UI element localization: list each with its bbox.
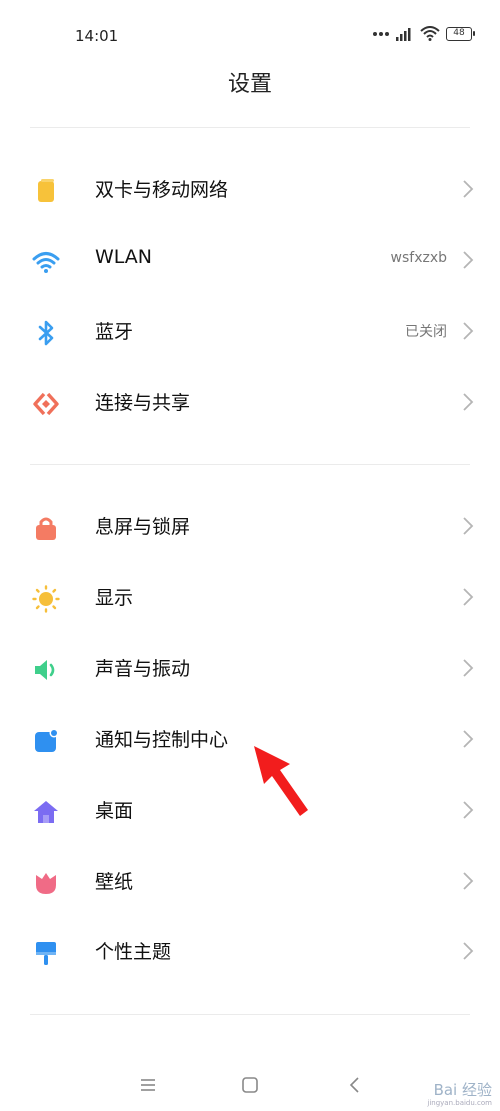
chevron-right-icon	[463, 801, 474, 819]
battery-icon: 48	[446, 26, 475, 41]
status-icons: 48	[372, 26, 475, 41]
row-label: 双卡与移动网络	[95, 179, 229, 201]
bluetooth-status: 已关闭	[405, 324, 447, 340]
row-label: 息屏与锁屏	[95, 516, 191, 538]
status-time: 14:01	[75, 27, 119, 45]
home-button-icon[interactable]	[239, 1074, 261, 1096]
row-display[interactable]: 显示	[0, 563, 500, 633]
lock-icon	[36, 517, 56, 540]
status-bar: 14:01 48	[0, 0, 500, 60]
divider	[30, 127, 470, 128]
row-connection-sharing[interactable]: 连接与共享	[0, 368, 500, 438]
row-label: 壁纸	[95, 871, 134, 893]
more-dots-icon	[373, 31, 389, 36]
paintbrush-icon	[36, 942, 56, 965]
sun-icon	[32, 585, 60, 613]
chevron-right-icon	[463, 942, 474, 960]
row-bluetooth[interactable]: 蓝牙 已关闭	[0, 297, 500, 367]
row-label: 连接与共享	[95, 392, 191, 414]
page-title: 设置	[227, 72, 272, 97]
chevron-right-icon	[463, 251, 474, 269]
chevron-right-icon	[463, 872, 474, 890]
row-label: WLAN	[95, 246, 153, 268]
row-label: 显示	[95, 587, 134, 609]
notification-icon	[35, 728, 59, 752]
menu-icon[interactable]	[137, 1074, 159, 1096]
baidu-watermark: Bai 经验 jingyan.baidu.com	[427, 1083, 492, 1107]
row-lock-screen[interactable]: 息屏与锁屏	[0, 492, 500, 562]
chevron-right-icon	[463, 180, 474, 198]
chevron-right-icon	[463, 730, 474, 748]
chevron-right-icon	[463, 393, 474, 411]
row-label: 蓝牙	[95, 321, 134, 343]
row-label: 声音与振动	[95, 658, 191, 680]
watermark-text: Bai 经验	[433, 1081, 492, 1099]
wlan-network-name: wsfxzxb	[390, 250, 447, 266]
watermark-url: jingyan.baidu.com	[427, 1099, 492, 1107]
wifi-status-icon	[420, 26, 440, 41]
wifi-icon	[32, 252, 60, 273]
row-themes[interactable]: 个性主题	[0, 917, 500, 987]
row-label: 通知与控制中心	[95, 729, 229, 751]
row-sim-network[interactable]: 双卡与移动网络	[0, 155, 500, 225]
signal-icon	[396, 27, 411, 41]
chevron-right-icon	[463, 659, 474, 677]
system-nav-bar: Bai 经验 jingyan.baidu.com	[0, 1056, 500, 1111]
annotation-arrow-icon	[254, 746, 308, 816]
row-label: 个性主题	[95, 941, 172, 963]
share-icon	[33, 392, 59, 416]
back-icon[interactable]	[344, 1074, 366, 1096]
home-icon	[34, 801, 58, 823]
row-wlan[interactable]: WLAN wsfxzxb	[0, 226, 500, 296]
tulip-icon	[36, 873, 56, 894]
divider	[30, 464, 470, 465]
sim-card-icon	[38, 179, 54, 202]
row-wallpaper[interactable]: 壁纸	[0, 847, 500, 917]
divider	[30, 1014, 470, 1015]
chevron-right-icon	[463, 588, 474, 606]
bluetooth-icon	[38, 320, 54, 346]
row-label: 桌面	[95, 800, 134, 822]
row-sound[interactable]: 声音与振动	[0, 634, 500, 704]
chevron-right-icon	[463, 322, 474, 340]
speaker-icon	[35, 660, 55, 680]
chevron-right-icon	[463, 517, 474, 535]
